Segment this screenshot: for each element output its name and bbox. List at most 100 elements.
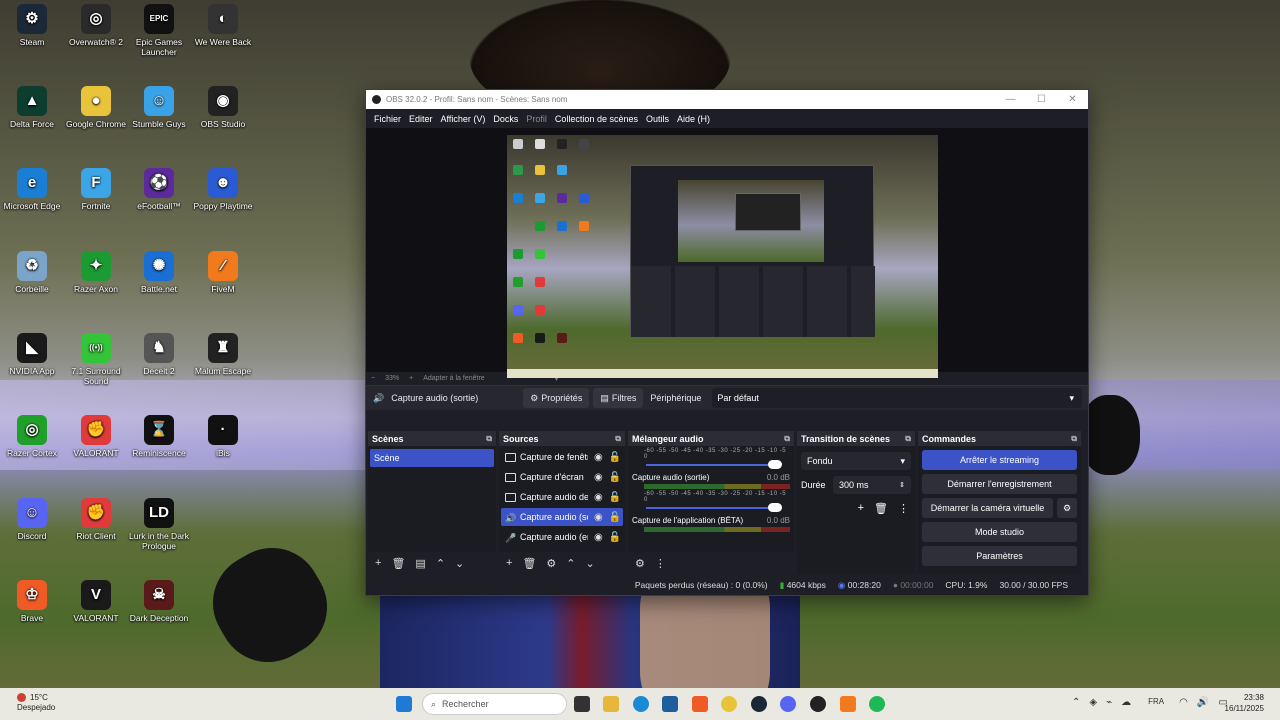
obs-window[interactable]: OBS 32.0.2 - Profil: Sans nom - Scènes: … xyxy=(365,89,1089,596)
eye-icon[interactable]: ◉ xyxy=(594,492,603,503)
desktop-icon[interactable]: ☻ Poppy Playtime xyxy=(191,168,255,211)
zoom-in-icon[interactable]: + xyxy=(409,375,413,382)
move-down-icon[interactable]: ⌄ xyxy=(586,557,595,570)
desktop-icon[interactable]: ☠ Dark Deception xyxy=(127,580,191,623)
remove-source-icon[interactable]: 🗑 xyxy=(522,557,536,570)
steam-icon[interactable] xyxy=(751,696,767,712)
add-scene-icon[interactable]: + xyxy=(375,557,381,569)
desktop-icon[interactable]: ((•)) 7.1 Surround Sound xyxy=(64,333,128,386)
menu-editer[interactable]: Editer xyxy=(405,114,437,124)
menu-docks[interactable]: Docks xyxy=(489,114,522,124)
spinner-icon[interactable]: ⇕ xyxy=(899,481,905,489)
lock-icon[interactable]: 🔓 xyxy=(609,452,621,463)
cloud-icon[interactable]: ☁ xyxy=(1121,697,1131,708)
start-recording-button[interactable]: Démarrer l'enregistrement xyxy=(922,474,1077,494)
properties-button[interactable]: ⚙ Propriétés xyxy=(523,388,590,408)
clock[interactable]: 23:38 16/11/2025 xyxy=(1225,692,1264,714)
obs-icon[interactable] xyxy=(810,696,826,712)
desktop-icon[interactable]: ⁄ FiveM xyxy=(191,251,255,294)
stop-streaming-button[interactable]: Arrêter le streaming xyxy=(922,450,1077,470)
add-source-icon[interactable]: + xyxy=(506,557,512,569)
desktop-icon[interactable]: e Microsoft Edge xyxy=(0,168,64,211)
desktop-icon[interactable]: · iBis xyxy=(191,415,255,458)
spotify-icon[interactable] xyxy=(869,696,885,712)
zoom-out-icon[interactable]: − xyxy=(371,375,375,382)
desktop-icon[interactable]: ⌛ Reminiscence xyxy=(127,415,191,458)
add-transition-icon[interactable]: + xyxy=(858,502,864,515)
menu-profil[interactable]: Profil xyxy=(522,114,551,124)
store-icon[interactable] xyxy=(662,696,678,712)
lock-icon[interactable]: 🔓 xyxy=(609,492,621,503)
volume-slider[interactable] xyxy=(646,503,790,512)
source-item[interactable]: Capture d'écran ◉ 🔓 xyxy=(501,468,623,486)
menu-fichier[interactable]: Fichier xyxy=(370,114,405,124)
eye-icon[interactable]: ◉ xyxy=(594,532,603,543)
desktop-icon[interactable]: ◉ OBS Studio xyxy=(191,86,255,129)
desktop-icon[interactable]: ✊ Riot Client xyxy=(64,498,128,541)
desktop-icon[interactable]: ◐ We Were Back xyxy=(191,4,255,47)
filters-button[interactable]: ▤ Filtres xyxy=(593,388,644,408)
transition-menu-icon[interactable]: ⋮ xyxy=(898,502,909,515)
desktop-icon[interactable]: ● Google Chrome xyxy=(64,86,128,129)
desktop-icon[interactable]: F Fortnite xyxy=(64,168,128,211)
preview-area[interactable] xyxy=(366,128,1088,378)
remove-scene-icon[interactable]: 🗑 xyxy=(391,557,405,570)
source-item-selected[interactable]: 🔊Capture audio (sortie)◉🔓 xyxy=(501,508,623,526)
volume-icon[interactable]: 🔊 xyxy=(1197,697,1209,708)
wifi-icon[interactable]: ◠ xyxy=(1179,697,1188,708)
undock-icon[interactable]: ⧉ xyxy=(784,434,790,444)
device-select[interactable]: Par défaut ▾ xyxy=(712,388,1082,408)
desktop-icon[interactable]: EPIC Epic Games Launcher xyxy=(127,4,191,57)
desktop-icon[interactable]: ✊ VALORANT xyxy=(64,415,128,458)
virtual-camera-settings-icon[interactable]: ⚙ xyxy=(1057,498,1077,518)
mixer-menu-icon[interactable]: ⋮ xyxy=(655,557,666,570)
network-icon[interactable]: ⌁ xyxy=(1106,697,1112,708)
settings-button[interactable]: Paramètres xyxy=(922,546,1077,566)
desktop-icon[interactable]: ◎ Razer Cortex xyxy=(0,415,64,458)
desktop-icon[interactable]: ◎ Overwatch® 2 xyxy=(64,4,128,47)
menu-afficher[interactable]: Afficher (V) xyxy=(437,114,490,124)
menu-outils[interactable]: Outils xyxy=(642,114,673,124)
desktop-icon[interactable]: ☺ Discord xyxy=(0,498,64,541)
volume-slider[interactable] xyxy=(646,460,790,469)
desktop-icon[interactable]: V VALORANT xyxy=(64,580,128,623)
menu-collection-scenes[interactable]: Collection de scènes xyxy=(551,114,642,124)
move-up-icon[interactable]: ⌃ xyxy=(566,557,575,570)
source-item[interactable]: Capture de fenêtre ◉ 🔓 xyxy=(501,448,623,466)
eye-icon[interactable]: ◉ xyxy=(594,472,603,483)
desktop-icon[interactable]: ✦ Razer Axon xyxy=(64,251,128,294)
search-box[interactable]: ⌕ Rechercher xyxy=(422,693,567,715)
transition-select[interactable]: Fondu ▾ xyxy=(801,452,911,470)
source-item[interactable]: 🎤Capture audio (entrée)◉🔓 xyxy=(501,528,623,546)
undock-icon[interactable]: ⧉ xyxy=(905,434,911,444)
desktop-icon[interactable]: ✺ Battle.net xyxy=(127,251,191,294)
brave-icon[interactable] xyxy=(692,696,708,712)
desktop-icon[interactable]: ♔ Brave xyxy=(0,580,64,623)
lock-icon[interactable]: 🔓 xyxy=(609,532,621,543)
undock-icon[interactable]: ⧉ xyxy=(615,434,621,444)
studio-mode-button[interactable]: Mode studio xyxy=(922,522,1077,542)
desktop-icon[interactable]: ◣ NVIDIA App xyxy=(0,333,64,376)
fit-to-window[interactable]: Adapter à la fenêtre xyxy=(423,375,485,382)
scene-item[interactable]: Scène xyxy=(370,449,494,467)
weather-widget[interactable]: 15°C Despejado xyxy=(17,693,55,713)
desktop-icon[interactable]: ⚽ eFootball™ xyxy=(127,168,191,211)
desktop-icon[interactable]: ▲ Delta Force xyxy=(0,86,64,129)
preview-canvas[interactable] xyxy=(507,135,938,378)
desktop-icon[interactable]: ♞ Deceit 2 xyxy=(127,333,191,376)
eye-icon[interactable]: ◉ xyxy=(594,512,603,523)
desktop-icon[interactable]: ♜ Malum Escape xyxy=(191,333,255,376)
discord-icon[interactable] xyxy=(780,696,796,712)
obs-titlebar[interactable]: OBS 32.0.2 - Profil: Sans nom - Scènes: … xyxy=(366,90,1088,109)
maximize-icon[interactable]: ☐ xyxy=(1026,94,1057,105)
close-icon[interactable]: ✕ xyxy=(1057,94,1088,105)
fivem-icon[interactable] xyxy=(840,696,856,712)
source-properties-icon[interactable]: ⚙ xyxy=(546,557,556,570)
edge-icon[interactable] xyxy=(633,696,649,712)
move-down-icon[interactable]: ⌄ xyxy=(455,557,464,570)
file-explorer-icon[interactable] xyxy=(603,696,619,712)
lang-indicator[interactable]: FRA xyxy=(1148,697,1164,708)
eye-icon[interactable]: ◉ xyxy=(594,452,603,463)
scene-filters-icon[interactable]: ▤ xyxy=(415,557,425,570)
mixer-settings-icon[interactable]: ⚙ xyxy=(635,557,645,570)
